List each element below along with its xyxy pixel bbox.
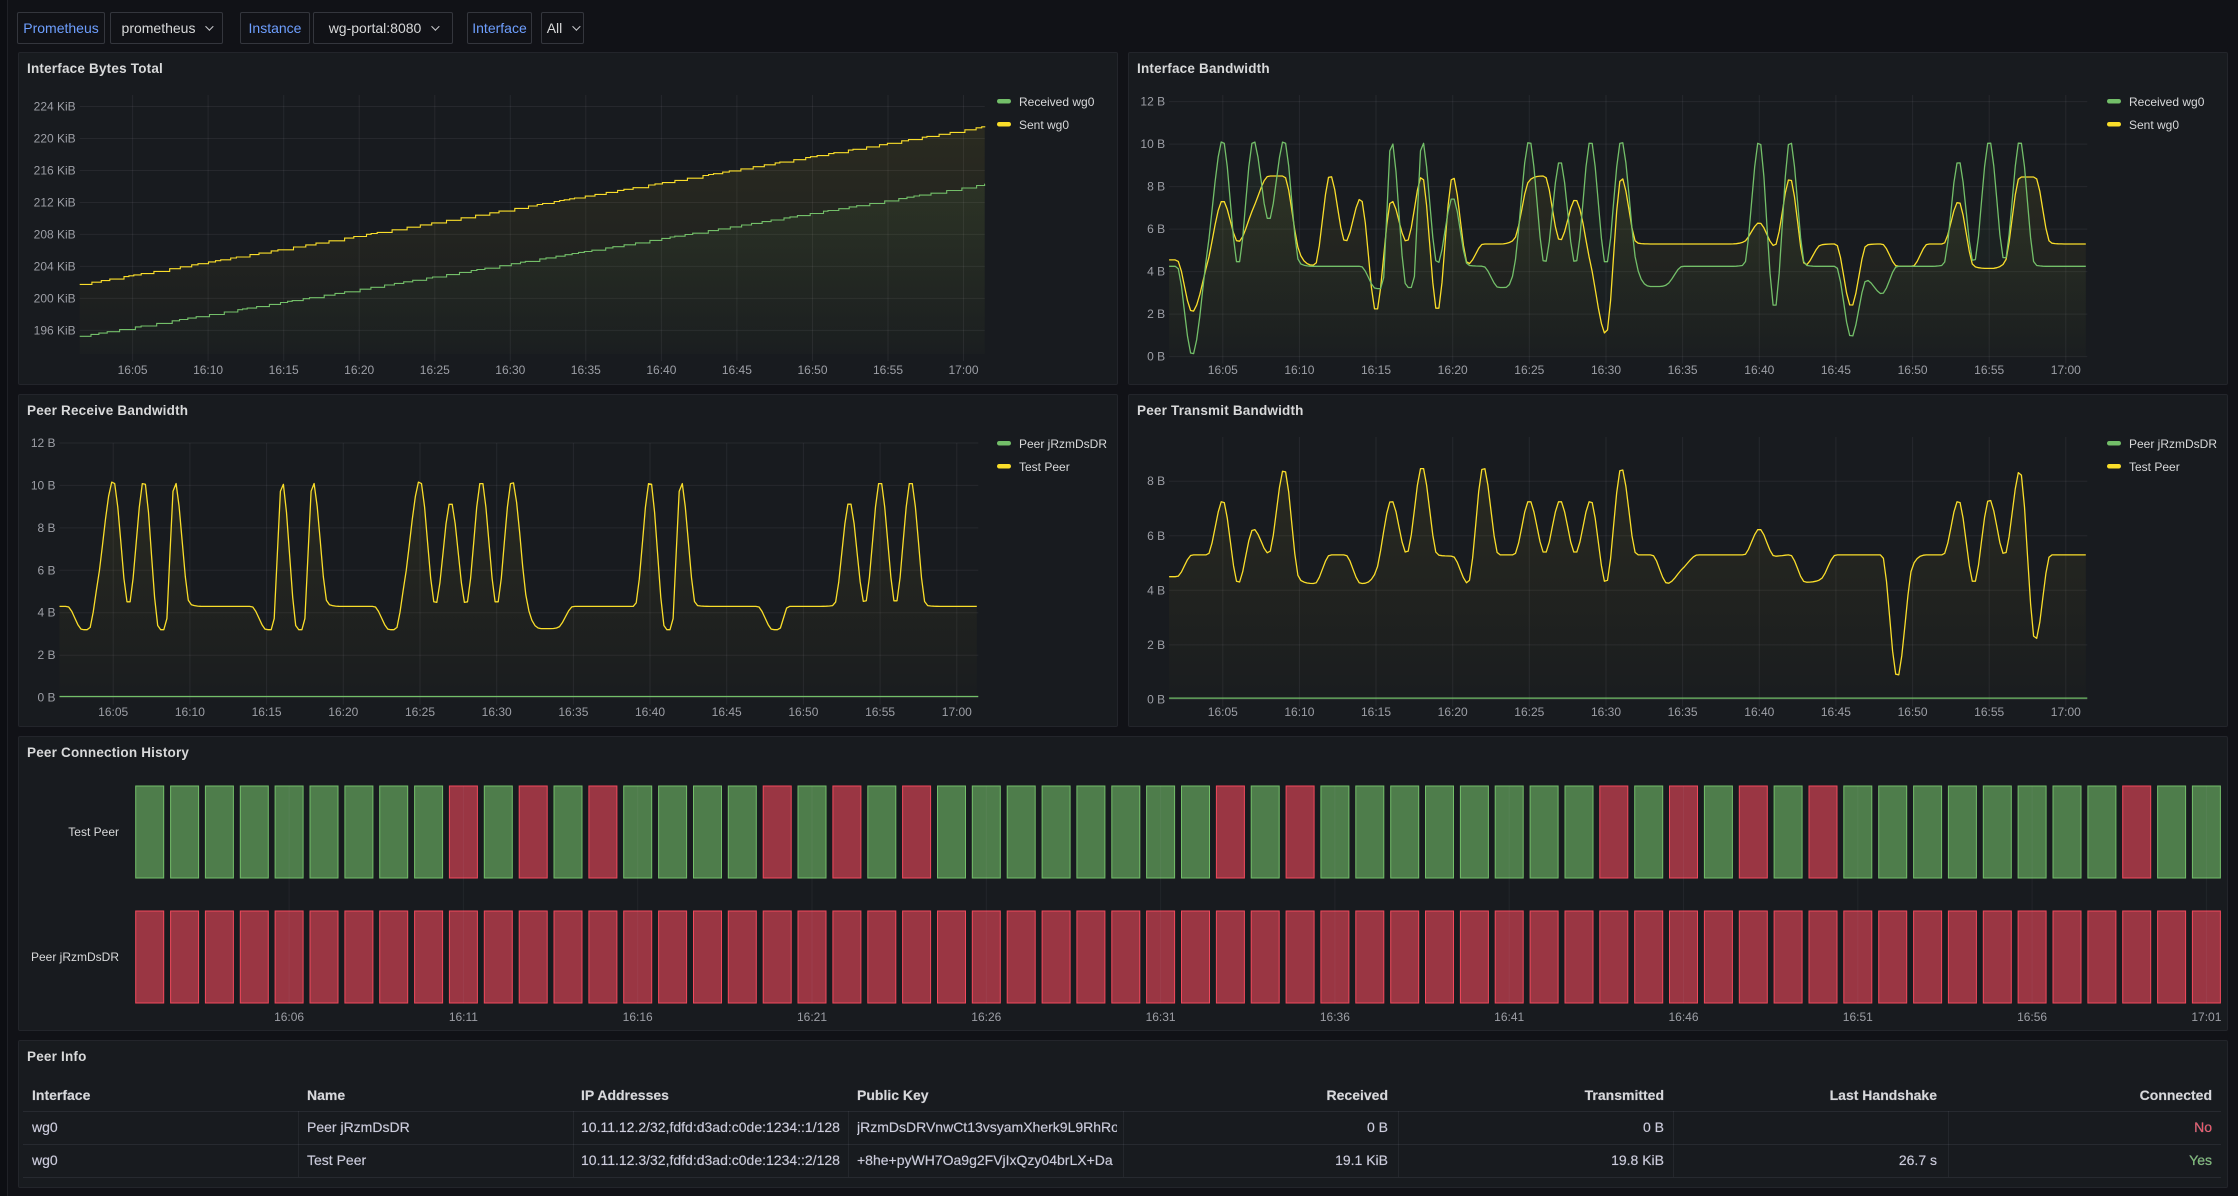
svg-text:16:25: 16:25: [1514, 705, 1544, 719]
svg-text:16:10: 16:10: [175, 705, 205, 719]
svg-text:16:05: 16:05: [1208, 705, 1238, 719]
svg-text:Peer jRzmDsDR: Peer jRzmDsDR: [1019, 437, 1107, 451]
svg-text:16:36: 16:36: [1320, 1010, 1350, 1024]
svg-text:16:40: 16:40: [635, 705, 665, 719]
svg-text:16:25: 16:25: [405, 705, 435, 719]
svg-text:16:25: 16:25: [1514, 363, 1544, 377]
svg-text:0 B: 0 B: [1147, 350, 1165, 364]
svg-text:16:30: 16:30: [482, 705, 512, 719]
svg-text:Test Peer: Test Peer: [2129, 460, 2180, 474]
svg-text:16:41: 16:41: [1494, 1010, 1524, 1024]
svg-text:16:56: 16:56: [2017, 1010, 2047, 1024]
svg-text:16:45: 16:45: [712, 705, 742, 719]
svg-text:16:15: 16:15: [1361, 705, 1391, 719]
svg-text:10 B: 10 B: [31, 478, 56, 492]
svg-text:16:20: 16:20: [344, 363, 374, 377]
svg-text:16:55: 16:55: [1974, 363, 2004, 377]
svg-text:16:35: 16:35: [558, 705, 588, 719]
svg-text:16:20: 16:20: [1438, 705, 1468, 719]
svg-text:208 KiB: 208 KiB: [34, 227, 76, 241]
svg-text:16:11: 16:11: [449, 1010, 478, 1024]
svg-text:16:30: 16:30: [495, 363, 525, 377]
svg-text:Received wg0: Received wg0: [1019, 95, 1095, 109]
svg-text:16:55: 16:55: [865, 705, 895, 719]
svg-text:Peer jRzmDsDR: Peer jRzmDsDR: [2129, 437, 2217, 451]
svg-text:16:15: 16:15: [1361, 363, 1391, 377]
svg-text:16:30: 16:30: [1591, 363, 1621, 377]
svg-text:16:50: 16:50: [1898, 363, 1928, 377]
svg-text:196 KiB: 196 KiB: [34, 323, 76, 337]
svg-text:204 KiB: 204 KiB: [34, 259, 76, 273]
svg-text:16:21: 16:21: [797, 1010, 827, 1024]
svg-text:16:35: 16:35: [1668, 363, 1698, 377]
svg-text:16:46: 16:46: [1668, 1010, 1698, 1024]
svg-text:Sent wg0: Sent wg0: [2129, 118, 2179, 132]
svg-text:4 B: 4 B: [1147, 265, 1165, 279]
svg-text:6 B: 6 B: [1147, 529, 1165, 543]
svg-text:0 B: 0 B: [37, 691, 55, 705]
svg-text:16:10: 16:10: [193, 363, 223, 377]
svg-text:0 B: 0 B: [1147, 693, 1165, 707]
svg-text:17:00: 17:00: [2051, 363, 2081, 377]
svg-text:8 B: 8 B: [1147, 474, 1165, 488]
svg-text:8 B: 8 B: [1147, 180, 1165, 194]
svg-text:16:50: 16:50: [1898, 705, 1928, 719]
svg-text:16:55: 16:55: [1974, 705, 2004, 719]
svg-text:Received wg0: Received wg0: [2129, 95, 2205, 109]
svg-text:16:15: 16:15: [269, 363, 299, 377]
svg-text:212 KiB: 212 KiB: [34, 196, 76, 210]
svg-text:16:30: 16:30: [1591, 705, 1621, 719]
svg-text:Test Peer: Test Peer: [1019, 460, 1070, 474]
svg-text:16:06: 16:06: [274, 1010, 304, 1024]
svg-text:8 B: 8 B: [37, 521, 55, 535]
svg-text:Peer jRzmDsDR: Peer jRzmDsDR: [31, 950, 119, 964]
svg-text:17:01: 17:01: [2191, 1010, 2221, 1024]
svg-text:16:20: 16:20: [1438, 363, 1468, 377]
svg-text:16:10: 16:10: [1284, 363, 1314, 377]
svg-text:16:10: 16:10: [1284, 705, 1314, 719]
svg-text:16:45: 16:45: [1821, 705, 1851, 719]
svg-text:16:40: 16:40: [646, 363, 676, 377]
svg-text:16:45: 16:45: [722, 363, 752, 377]
svg-text:16:35: 16:35: [1668, 705, 1698, 719]
svg-text:16:05: 16:05: [118, 363, 148, 377]
svg-text:16:55: 16:55: [873, 363, 903, 377]
svg-text:16:16: 16:16: [623, 1010, 653, 1024]
svg-text:Sent wg0: Sent wg0: [1019, 118, 1069, 132]
svg-text:17:00: 17:00: [2051, 705, 2081, 719]
svg-text:16:40: 16:40: [1744, 363, 1774, 377]
svg-text:4 B: 4 B: [1147, 583, 1165, 597]
svg-text:17:00: 17:00: [942, 705, 972, 719]
svg-text:16:51: 16:51: [1843, 1010, 1873, 1024]
svg-text:16:35: 16:35: [571, 363, 601, 377]
svg-text:16:05: 16:05: [1208, 363, 1238, 377]
svg-text:200 KiB: 200 KiB: [34, 291, 76, 305]
svg-text:6 B: 6 B: [1147, 222, 1165, 236]
svg-text:Test Peer: Test Peer: [68, 825, 119, 839]
svg-text:16:25: 16:25: [420, 363, 450, 377]
svg-text:6 B: 6 B: [37, 563, 55, 577]
svg-text:16:45: 16:45: [1821, 363, 1851, 377]
svg-text:16:26: 16:26: [971, 1010, 1001, 1024]
svg-text:12 B: 12 B: [31, 436, 56, 450]
svg-text:16:50: 16:50: [788, 705, 818, 719]
svg-text:2 B: 2 B: [37, 648, 55, 662]
svg-text:216 KiB: 216 KiB: [34, 164, 76, 178]
svg-text:17:00: 17:00: [948, 363, 978, 377]
svg-text:2 B: 2 B: [1147, 307, 1165, 321]
svg-text:4 B: 4 B: [37, 606, 55, 620]
svg-text:220 KiB: 220 KiB: [34, 132, 76, 146]
svg-text:16:40: 16:40: [1744, 705, 1774, 719]
svg-text:16:20: 16:20: [328, 705, 358, 719]
svg-text:2 B: 2 B: [1147, 638, 1165, 652]
svg-text:16:15: 16:15: [252, 705, 282, 719]
svg-text:16:31: 16:31: [1146, 1010, 1176, 1024]
svg-text:10 B: 10 B: [1140, 137, 1165, 151]
svg-text:12 B: 12 B: [1140, 95, 1165, 109]
svg-text:16:05: 16:05: [98, 705, 128, 719]
svg-text:16:50: 16:50: [797, 363, 827, 377]
svg-text:224 KiB: 224 KiB: [34, 100, 76, 114]
